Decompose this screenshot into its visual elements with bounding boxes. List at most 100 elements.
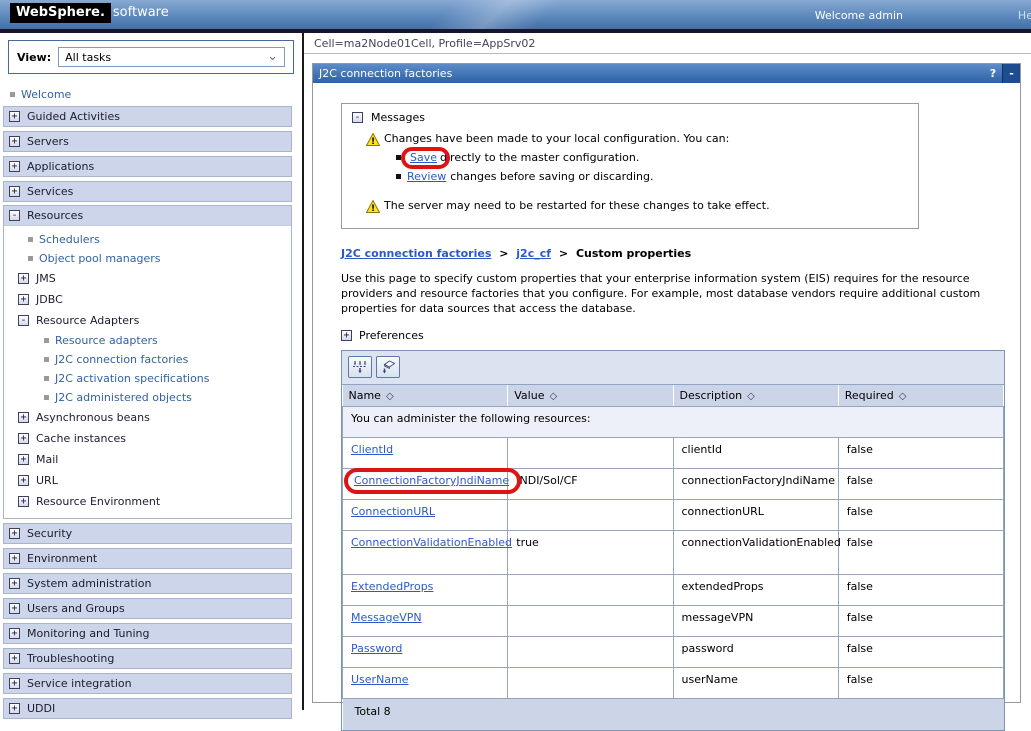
sidebar-section-system-administration[interactable]: + System administration: [3, 573, 292, 594]
sidebar-section-security[interactable]: + Security: [3, 523, 292, 544]
expand-icon[interactable]: +: [9, 678, 20, 689]
sort-icon[interactable]: ◇: [747, 391, 755, 402]
bullet-icon: [44, 357, 49, 362]
property-link-connectionurl[interactable]: ConnectionURL: [351, 505, 435, 518]
column-header-description[interactable]: Description◇: [673, 385, 838, 407]
required-cell: false: [838, 668, 1003, 699]
column-header-required[interactable]: Required◇: [838, 385, 1003, 407]
breadcrumb-j2c-connection-factories[interactable]: J2C connection factories: [341, 247, 491, 260]
expand-icon[interactable]: +: [341, 330, 352, 341]
property-link-username[interactable]: UserName: [351, 673, 409, 686]
sidebar-section-servers[interactable]: + Servers: [3, 131, 292, 152]
column-header-value[interactable]: Value◇: [508, 385, 673, 407]
resources-children: Schedulers Object pool managers + JMS + …: [4, 226, 291, 518]
value-cell: JNDI/Sol/CF: [508, 469, 673, 500]
svg-text:!: !: [371, 137, 375, 146]
property-link-messagevpn[interactable]: MessageVPN: [351, 611, 422, 624]
section-label: Services: [27, 185, 73, 198]
sidebar-section-environment[interactable]: + Environment: [3, 548, 292, 569]
expand-icon[interactable]: +: [18, 433, 29, 444]
save-link[interactable]: Save: [410, 151, 437, 164]
value-cell: [508, 637, 673, 668]
expand-icon[interactable]: +: [18, 273, 29, 284]
changes-warning-text: Changes have been made to your local con…: [384, 132, 729, 145]
sidebar-section-services[interactable]: + Services: [3, 181, 292, 202]
property-link-password[interactable]: Password: [351, 642, 402, 655]
sidebar-item-j2c-connection-factories[interactable]: J2C connection factories: [4, 350, 291, 369]
sidebar-section-resources[interactable]: - Resources: [4, 206, 291, 226]
property-link-clientid[interactable]: ClientId: [351, 443, 393, 456]
sidebar-item-welcome[interactable]: Welcome: [0, 84, 302, 106]
expand-icon[interactable]: +: [9, 653, 20, 664]
sort-icon[interactable]: ◇: [899, 391, 907, 402]
expand-icon[interactable]: +: [9, 136, 20, 147]
section-label: URL: [36, 474, 58, 487]
sort-icon[interactable]: ◇: [386, 391, 394, 402]
expand-icon[interactable]: +: [18, 496, 29, 507]
sidebar-item-jdbc[interactable]: + JDBC: [4, 289, 291, 310]
expand-icon[interactable]: +: [9, 186, 20, 197]
table-row: ExtendedProps extendedProps false: [343, 575, 1004, 606]
review-link[interactable]: Review: [407, 170, 446, 183]
sidebar-section-applications[interactable]: + Applications: [3, 156, 292, 177]
expand-icon[interactable]: +: [9, 553, 20, 564]
expand-icon[interactable]: +: [18, 454, 29, 465]
sidebar-section-uddi[interactable]: + UDDI: [3, 698, 292, 719]
property-link-connectionvalidationenabled[interactable]: ConnectionValidationEnabled: [351, 536, 512, 549]
panel-help-icon[interactable]: ?: [984, 64, 1002, 83]
property-link-extendedprops[interactable]: ExtendedProps: [351, 580, 433, 593]
required-cell: false: [838, 500, 1003, 531]
j2c-activation-specifications-link: J2C activation specifications: [55, 372, 210, 385]
expand-icon[interactable]: +: [9, 161, 20, 172]
sidebar-item-j2c-administered-objects[interactable]: J2C administered objects: [4, 388, 291, 407]
expand-icon[interactable]: +: [9, 628, 20, 639]
sidebar-item-resource-adapters[interactable]: - Resource Adapters: [4, 310, 291, 331]
expand-icon[interactable]: +: [9, 111, 20, 122]
collapse-icon[interactable]: -: [18, 315, 29, 326]
save-option-text: directly to the master configuration.: [440, 151, 639, 164]
sidebar-item-cache-instances[interactable]: + Cache instances: [4, 428, 291, 449]
required-cell: false: [838, 637, 1003, 668]
expand-icon[interactable]: +: [9, 528, 20, 539]
sidebar-section-users-and-groups[interactable]: + Users and Groups: [3, 598, 292, 619]
sidebar-item-schedulers[interactable]: Schedulers: [4, 230, 291, 249]
sidebar-item-asynchronous-beans[interactable]: + Asynchronous beans: [4, 407, 291, 428]
required-cell: false: [838, 438, 1003, 469]
show-filter-button[interactable]: [348, 356, 372, 378]
expand-icon[interactable]: +: [9, 603, 20, 614]
sidebar-item-mail[interactable]: + Mail: [4, 449, 291, 470]
collapse-icon[interactable]: -: [352, 112, 363, 123]
expand-icon[interactable]: +: [9, 578, 20, 589]
sidebar-item-resource-environment[interactable]: + Resource Environment: [4, 491, 291, 512]
sidebar-item-j2c-activation-specifications[interactable]: J2C activation specifications: [4, 369, 291, 388]
required-cell: false: [838, 469, 1003, 500]
property-link-connectionfactoryjndiname[interactable]: ConnectionFactoryJndiName: [354, 474, 509, 487]
messages-header[interactable]: - Messages: [352, 111, 908, 124]
section-label: Troubleshooting: [27, 652, 114, 665]
sort-icon[interactable]: ◇: [549, 391, 557, 402]
view-dropdown[interactable]: All tasks ⌄: [58, 47, 285, 67]
sidebar-item-resource-adapters-link[interactable]: Resource adapters: [4, 331, 291, 350]
column-header-name[interactable]: Name◇: [343, 385, 508, 407]
collapse-icon[interactable]: -: [9, 210, 20, 221]
breadcrumb-j2c-cf[interactable]: j2c_cf: [516, 247, 551, 260]
preferences-toggle[interactable]: + Preferences: [341, 329, 1020, 342]
panel-minimize-icon[interactable]: -: [1002, 64, 1020, 83]
sidebar-item-object-pool-managers[interactable]: Object pool managers: [4, 249, 291, 268]
expand-icon[interactable]: +: [18, 294, 29, 305]
sidebar-section-guided-activities[interactable]: + Guided Activities: [3, 106, 292, 127]
table-row: ClientId clientId false: [343, 438, 1004, 469]
required-cell: false: [838, 575, 1003, 606]
expand-icon[interactable]: +: [18, 475, 29, 486]
expand-icon[interactable]: +: [18, 412, 29, 423]
description-cell: connectionURL: [673, 500, 838, 531]
help-link[interactable]: Help: [1018, 9, 1031, 22]
sidebar-item-url[interactable]: + URL: [4, 470, 291, 491]
clear-filter-button[interactable]: [376, 356, 400, 378]
sidebar-section-monitoring-and-tuning[interactable]: + Monitoring and Tuning: [3, 623, 292, 644]
table-row: ConnectionFactoryJndiName JNDI/Sol/CF co…: [343, 469, 1004, 500]
sidebar-section-troubleshooting[interactable]: + Troubleshooting: [3, 648, 292, 669]
sidebar-section-service-integration[interactable]: + Service integration: [3, 673, 292, 694]
sidebar-item-jms[interactable]: + JMS: [4, 268, 291, 289]
expand-icon[interactable]: +: [9, 703, 20, 714]
